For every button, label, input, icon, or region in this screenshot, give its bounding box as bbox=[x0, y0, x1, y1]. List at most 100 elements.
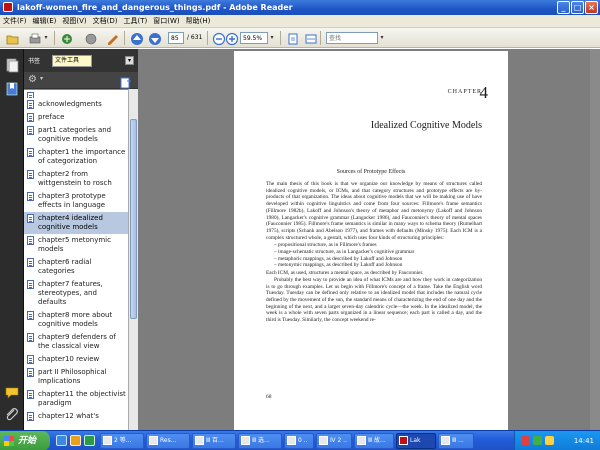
clock: 14:41 bbox=[573, 437, 594, 445]
taskbar-task[interactable]: Ⅲ 故... bbox=[354, 433, 394, 449]
bookmark-item[interactable]: chapter12 what's bbox=[24, 410, 128, 423]
bookmark-list: acknowledgments preface part1 categories… bbox=[24, 89, 128, 430]
search-input[interactable] bbox=[326, 32, 378, 44]
bookmark-item[interactable]: chapter11 the objectivist paradigm bbox=[24, 388, 128, 410]
chapter-label: CHAPTER bbox=[447, 89, 482, 95]
next-page-icon[interactable] bbox=[148, 31, 162, 45]
bookmark-item[interactable]: chapter8 more about cognitive models bbox=[24, 309, 128, 331]
system-tray: 14:41 bbox=[514, 431, 600, 450]
bookmark-item[interactable]: chapter2 from wittgenstein to rosch bbox=[24, 168, 128, 190]
bookmark-item[interactable]: part1 categories and cognitive models bbox=[24, 124, 128, 146]
email-icon[interactable] bbox=[60, 31, 74, 45]
bookmark-icon bbox=[27, 214, 34, 223]
page-number-input[interactable] bbox=[168, 32, 184, 44]
taskbar-task[interactable]: Res... bbox=[146, 433, 190, 449]
bookmark-icon bbox=[27, 258, 34, 267]
bookmark-item[interactable]: acknowledgments bbox=[24, 98, 128, 111]
previous-page-icon[interactable] bbox=[130, 31, 144, 45]
pdf-page: CHAPTER 4 Idealized Cognitive Models Sou… bbox=[234, 51, 508, 430]
taskbar-task[interactable]: Ⅳ 2 .. bbox=[316, 433, 352, 449]
quick-launch-folder-icon[interactable] bbox=[70, 435, 81, 446]
bookmark-item[interactable]: chapter3 prototype effects in language bbox=[24, 190, 128, 212]
bookmark-icon bbox=[27, 355, 34, 364]
bookmark-item[interactable]: preface bbox=[24, 111, 128, 124]
print-icon[interactable] bbox=[28, 31, 42, 45]
zoom-input[interactable] bbox=[240, 32, 268, 44]
bookmark-icon bbox=[27, 126, 34, 135]
zoom-in-icon[interactable] bbox=[225, 31, 239, 46]
start-button[interactable]: 开始 bbox=[0, 431, 50, 450]
bookmark-icon bbox=[27, 280, 34, 289]
bookmarks-toolbar: ⚙ ▾ bbox=[24, 72, 138, 89]
menu-document[interactable]: 文档(D) bbox=[90, 15, 121, 27]
menu-window[interactable]: 窗口(W) bbox=[150, 15, 182, 27]
taskbar-task[interactable]: 2 等... bbox=[100, 433, 144, 449]
bookmarks-tools-label: 文件工具 bbox=[52, 55, 92, 67]
bookmarks-scrollbar[interactable] bbox=[128, 89, 138, 430]
window-icon bbox=[441, 436, 450, 445]
menu-file[interactable]: 文件(F) bbox=[0, 15, 30, 27]
taskbar: 开始 2 等... Res... Ⅲ 百... Ⅲ 选... 0 .. Ⅳ 2 … bbox=[0, 430, 600, 450]
bookmark-item[interactable]: chapter7 features, stereotypes, and defa… bbox=[24, 278, 128, 309]
adobe-reader-icon bbox=[399, 436, 408, 445]
attach-icon[interactable] bbox=[84, 31, 98, 45]
options-dropdown-icon[interactable]: ▾ bbox=[40, 75, 43, 82]
open-icon[interactable] bbox=[6, 31, 20, 45]
attachments-icon[interactable] bbox=[4, 407, 20, 423]
taskbar-task-active[interactable]: Lak bbox=[396, 433, 436, 449]
bookmark-icon bbox=[27, 100, 34, 109]
zoom-dropdown-icon[interactable]: ▾ bbox=[268, 32, 276, 44]
structuring-principles-list: propositional structure, as in Fillmore'… bbox=[274, 242, 482, 269]
zoom-out-icon[interactable] bbox=[212, 31, 226, 46]
adobe-reader-icon bbox=[3, 2, 13, 12]
page-total: / 631 bbox=[187, 34, 203, 41]
bookmark-item[interactable]: chapter1 the importance of categorizatio… bbox=[24, 146, 128, 168]
taskbar-task[interactable]: Ⅲ 百... bbox=[192, 433, 236, 449]
taskbar-task[interactable]: 0 .. bbox=[284, 433, 314, 449]
bookmark-item[interactable]: chapter5 metonymic models bbox=[24, 234, 128, 256]
bookmark-icon bbox=[27, 333, 34, 342]
gear-icon[interactable]: ⚙ bbox=[28, 74, 40, 86]
tray-antivirus-icon[interactable] bbox=[521, 436, 530, 445]
bookmark-item[interactable]: chapter10 review bbox=[24, 353, 128, 366]
print-dropdown-icon[interactable]: ▾ bbox=[42, 32, 50, 44]
windows-flag-icon bbox=[4, 436, 14, 446]
quick-launch-browser-icon[interactable] bbox=[56, 435, 67, 446]
bookmarks-icon[interactable] bbox=[4, 81, 20, 97]
list-item: metonymic mappings, as described by Lako… bbox=[274, 262, 482, 269]
menu-edit[interactable]: 编辑(E) bbox=[30, 15, 60, 27]
bookmarks-scroll-thumb[interactable] bbox=[130, 119, 137, 319]
taskbar-task[interactable]: Ⅲ ... bbox=[438, 433, 474, 449]
document-scrollbar[interactable] bbox=[590, 49, 600, 430]
bookmark-item[interactable]: chapter6 radial categories bbox=[24, 256, 128, 278]
window-icon bbox=[319, 436, 328, 445]
minimize-button[interactable]: _ bbox=[557, 1, 570, 14]
bookmark-item[interactable]: chapter9 defenders of the classical view bbox=[24, 331, 128, 353]
fit-page-icon[interactable] bbox=[286, 31, 300, 45]
panel-menu-icon[interactable]: ▾ bbox=[125, 56, 134, 65]
maximize-button[interactable]: □ bbox=[571, 1, 584, 14]
menu-view[interactable]: 视图(V) bbox=[59, 15, 89, 27]
window-icon bbox=[103, 436, 112, 445]
expand-bookmark-icon[interactable] bbox=[120, 74, 132, 89]
taskbar-task[interactable]: Ⅲ 选... bbox=[238, 433, 282, 449]
sign-icon[interactable] bbox=[106, 31, 120, 45]
fit-width-icon[interactable] bbox=[304, 31, 318, 45]
bookmark-icon bbox=[27, 412, 34, 421]
bookmark-item-selected[interactable]: chapter4 idealized cognitive models bbox=[24, 212, 128, 234]
bookmark-item[interactable]: part II Philosophical Implications bbox=[24, 366, 128, 388]
document-area: CHAPTER 4 Idealized Cognitive Models Sou… bbox=[138, 49, 600, 430]
menu-tools[interactable]: 工具(T) bbox=[121, 15, 151, 27]
pages-icon[interactable] bbox=[4, 57, 20, 73]
search-dropdown-icon[interactable]: ▾ bbox=[378, 32, 386, 44]
tray-volume-icon[interactable] bbox=[545, 436, 554, 445]
quick-launch-app-icon[interactable] bbox=[84, 435, 95, 446]
bookmarks-title: 书签 bbox=[28, 58, 41, 65]
bookmark-icon bbox=[27, 192, 34, 201]
menu-help[interactable]: 帮助(H) bbox=[183, 15, 214, 27]
menu-bar: 文件(F) 编辑(E) 视图(V) 文档(D) 工具(T) 窗口(W) 帮助(H… bbox=[0, 15, 600, 28]
bookmark-item-partial[interactable] bbox=[24, 90, 128, 98]
close-button[interactable]: × bbox=[585, 1, 598, 14]
comments-icon[interactable] bbox=[4, 385, 20, 401]
tray-network-icon[interactable] bbox=[533, 436, 542, 445]
